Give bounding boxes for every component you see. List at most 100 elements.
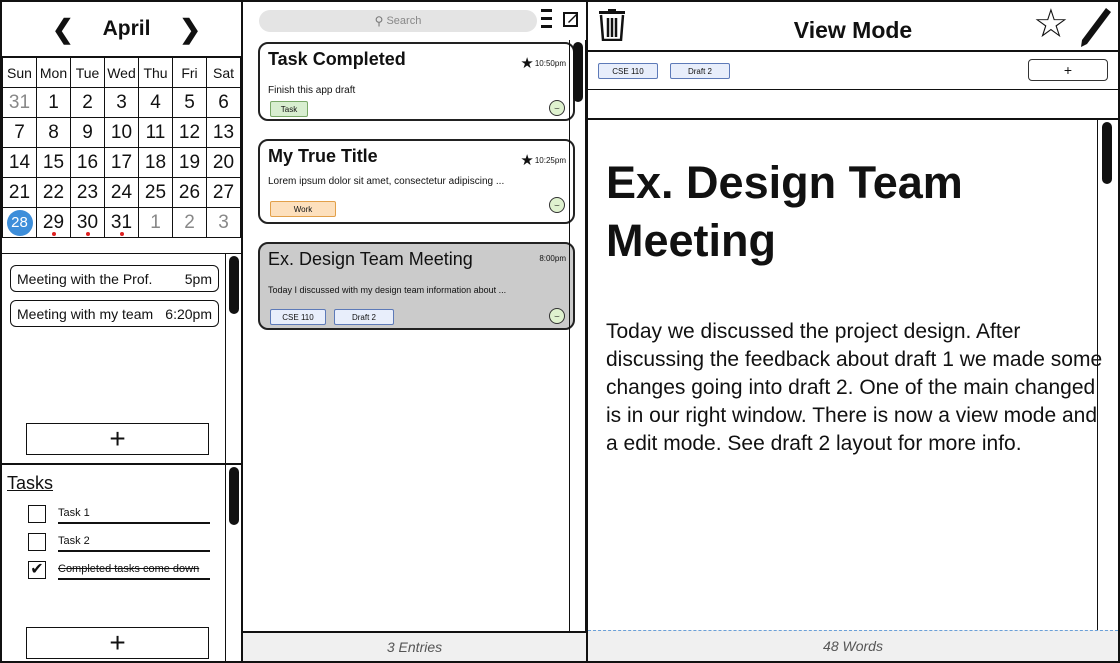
viewer-toolbar-blank	[588, 90, 1118, 120]
weekday-label: Tue	[70, 57, 105, 88]
calendar-day[interactable]: 1	[36, 87, 71, 118]
entry-preview: Lorem ipsum dolor sit amet, consectetur …	[268, 176, 505, 187]
menu-icon[interactable]	[541, 9, 552, 33]
event-title: Meeting with the Prof.	[17, 270, 153, 287]
tasks-scrollbar[interactable]	[229, 467, 239, 525]
calendar-day[interactable]: 19	[172, 147, 207, 178]
document-scroll-track	[1097, 120, 1118, 632]
weekday-label: Sun	[2, 57, 37, 88]
task-item[interactable]: Task 1	[28, 505, 210, 527]
entries-panel: ⚲ Search Task Completed ★ 10:50pm Finish …	[241, 0, 588, 663]
entry-card[interactable]: Task Completed ★ 10:50pm Finish this app …	[258, 42, 575, 121]
add-task-button[interactable]: +	[26, 627, 209, 659]
calendar-day[interactable]: 3	[104, 87, 139, 118]
calendar-day[interactable]: 25	[138, 177, 173, 208]
search-input[interactable]: ⚲ Search	[259, 10, 537, 32]
today-marker: 28	[6, 209, 33, 236]
calendar-day[interactable]: 1	[138, 207, 173, 238]
event-time: 5pm	[184, 270, 212, 287]
entry-title: My True Title	[268, 146, 378, 166]
calendar-grid: Sun Mon Tue Wed Thu Fri Sat 31 1 2 3 4 5…	[2, 57, 241, 238]
viewer-tag[interactable]: CSE 110	[598, 63, 658, 79]
entry-tag[interactable]: Draft 2	[334, 309, 394, 325]
calendar-day[interactable]: 4	[138, 87, 173, 118]
task-underline	[58, 550, 210, 552]
calendar-day[interactable]: 27	[206, 177, 241, 208]
task-checkbox[interactable]	[28, 533, 46, 551]
tasks-title: Tasks	[7, 473, 54, 493]
calendar-day[interactable]: 13	[206, 117, 241, 148]
calendar-day[interactable]: 6	[206, 87, 241, 118]
calendar-day[interactable]: 2	[172, 207, 207, 238]
star-outline-icon[interactable]: ☆	[1033, 4, 1069, 44]
events-scrollbar[interactable]	[229, 256, 239, 314]
entries-scrollbar[interactable]	[573, 42, 583, 102]
calendar-day[interactable]: 10	[104, 117, 139, 148]
add-event-button[interactable]: +	[26, 423, 209, 455]
calendar-day[interactable]: 31	[2, 87, 37, 118]
pencil-icon[interactable]	[1078, 6, 1112, 48]
viewer-tag[interactable]: Draft 2	[670, 63, 730, 79]
calendar-day[interactable]: 23	[70, 177, 105, 208]
calendar-day[interactable]: 8	[36, 117, 71, 148]
task-label: Task 2	[58, 535, 90, 547]
event-item[interactable]: Meeting with the Prof. 5pm	[10, 265, 219, 292]
chevron-right-icon[interactable]: ❯	[179, 14, 201, 45]
document-scrollbar[interactable]	[1102, 122, 1112, 184]
calendar-day[interactable]: 9	[70, 117, 105, 148]
entry-card-selected[interactable]: Ex. Design Team Meeting 8:00pm Today I d…	[258, 242, 575, 330]
task-item-completed[interactable]: ✔ Completed tasks come down	[28, 561, 210, 583]
calendar-day-number: 31	[110, 211, 133, 233]
compose-icon[interactable]	[563, 11, 579, 27]
entry-time-text: 10:25pm	[534, 155, 566, 165]
star-filled-icon: ★	[520, 55, 534, 72]
entry-time: ★ 10:50pm	[520, 54, 566, 72]
calendar-day[interactable]: 26	[172, 177, 207, 208]
calendar-day[interactable]: 3	[206, 207, 241, 238]
calendar-month: April	[102, 17, 151, 40]
calendar-day[interactable]: 20	[206, 147, 241, 178]
entry-title: Ex. Design Team Meeting	[268, 249, 473, 269]
calendar-day[interactable]: 5	[172, 87, 207, 118]
calendar-day[interactable]: 2	[70, 87, 105, 118]
task-underline	[58, 522, 210, 524]
entry-tag[interactable]: Work	[270, 201, 336, 217]
calendar-day[interactable]: 17	[104, 147, 139, 178]
calendar-week: 7 8 9 10 11 12 13	[2, 117, 241, 148]
document-title: Ex. Design Team Meeting	[606, 157, 963, 266]
weekday-label: Mon	[36, 57, 71, 88]
calendar-day[interactable]: 14	[2, 147, 37, 178]
event-item[interactable]: Meeting with my team 6:20pm	[10, 300, 219, 327]
calendar-day[interactable]: 31	[104, 207, 139, 238]
calendar-header: ❮ April ❯	[2, 2, 241, 57]
task-checkbox[interactable]	[28, 505, 46, 523]
task-item[interactable]: Task 2	[28, 533, 210, 555]
entry-preview: Today I discussed with my design team in…	[268, 285, 507, 295]
weekday-row: Sun Mon Tue Wed Thu Fri Sat	[2, 57, 241, 88]
weekday-label: Sat	[206, 57, 241, 88]
left-panel: ❮ April ❯ Sun Mon Tue Wed Thu Fri Sat 31…	[0, 0, 243, 663]
chevron-left-icon[interactable]: ❮	[52, 14, 74, 45]
calendar-day[interactable]: 21	[2, 177, 37, 208]
calendar-day[interactable]: 15	[36, 147, 71, 178]
entry-tag[interactable]: CSE 110	[270, 309, 326, 325]
task-underline	[58, 578, 210, 580]
entry-card[interactable]: My True Title ★ 10:25pm Lorem ipsum dolor…	[258, 139, 575, 224]
calendar-day[interactable]: 18	[138, 147, 173, 178]
calendar-day[interactable]: 12	[172, 117, 207, 148]
document-body: Today we discussed the project design. A…	[606, 320, 1103, 455]
calendar-day[interactable]: 24	[104, 177, 139, 208]
calendar-day-today[interactable]: 28	[2, 207, 37, 238]
calendar-day[interactable]: 22	[36, 177, 71, 208]
task-checkbox-checked[interactable]: ✔	[28, 561, 46, 579]
entry-tag[interactable]: Task	[270, 101, 308, 117]
viewer-header: View Mode ☆	[588, 2, 1118, 52]
add-tag-button[interactable]: +	[1028, 59, 1108, 81]
event-time: 6:20pm	[165, 305, 212, 322]
calendar-day[interactable]: 29	[36, 207, 71, 238]
calendar-day[interactable]: 30	[70, 207, 105, 238]
calendar-day[interactable]: 11	[138, 117, 173, 148]
calendar-day[interactable]: 7	[2, 117, 37, 148]
task-label: Completed tasks come down	[58, 563, 200, 575]
calendar-day[interactable]: 16	[70, 147, 105, 178]
